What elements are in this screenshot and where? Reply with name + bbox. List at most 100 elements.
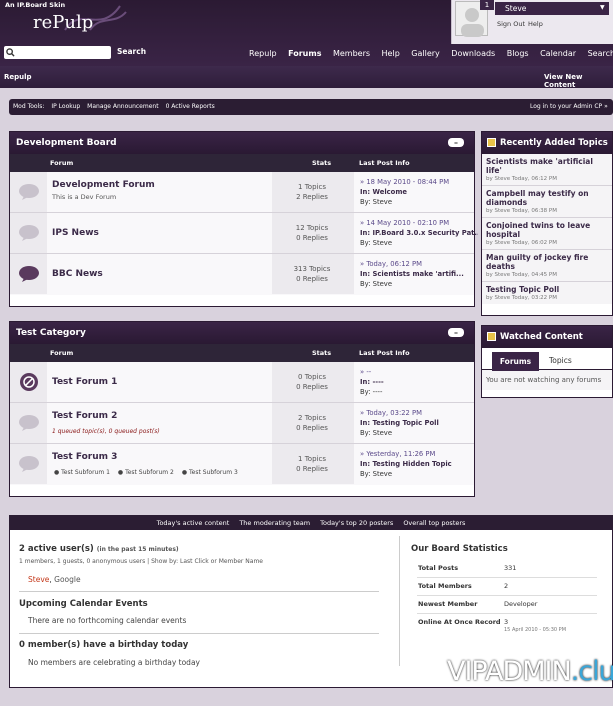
notification-badge[interactable]: 1 [480,0,494,10]
last-post-author[interactable]: By: Steve [360,279,478,289]
nav-repulp[interactable]: Repulp [249,49,277,61]
col-last-post: Last Post Info [359,349,410,357]
last-post-date[interactable]: » 18 May 2010 - 08:44 PM [360,177,478,187]
collapse-toggle-icon[interactable]: – [448,138,464,147]
recent-topics-header: Recently Added Topics [482,132,612,154]
forum-title-link[interactable]: Test Forum 1 [52,377,117,387]
recent-topic-item[interactable]: Man guilty of jockey fire deaths by Steve… [482,250,612,282]
overall-top-posters-link[interactable]: Overall top posters [403,519,465,527]
queued-notice[interactable]: 1 queued topic(s), 0 queued post(s) [52,428,160,435]
logo[interactable]: rePulp [33,12,93,33]
user-menu-dropdown[interactable]: Steve [495,2,609,15]
sign-out-link[interactable]: Sign Out [497,20,525,28]
nav-help[interactable]: Help [382,49,400,61]
search-icon [6,48,15,57]
forum-read-icon [10,172,47,212]
nav-gallery[interactable]: Gallery [411,49,440,61]
last-post-date[interactable]: » Yesterday, 11:26 PM [360,449,478,459]
last-post-info: » 18 May 2010 - 08:44 PM In: Welcome By: S… [360,177,478,207]
stat-total-members: Total Members 2 [417,578,597,596]
collapse-toggle-icon[interactable]: – [448,328,464,337]
stat-newest-member: Newest Member Developer [417,596,597,614]
ip-lookup-link[interactable]: IP Lookup [51,103,80,110]
forum-title-link[interactable]: Test Forum 3 [52,452,117,462]
moderating-team-link[interactable]: The moderating team [239,519,310,527]
last-post-author[interactable]: By: Steve [360,428,478,438]
active-user-link[interactable]: Steve [28,575,49,584]
last-post-author[interactable]: By: ---- [360,387,478,397]
forum-title-link[interactable]: IPS News [52,228,99,238]
last-post-topic[interactable]: In: Scientists make 'artifi... [360,269,478,279]
last-post-author[interactable]: By: Steve [360,238,478,248]
last-post-topic[interactable]: In: IP.Board 3.0.x Security Pat... [360,228,478,238]
nav-search[interactable]: Search [588,49,613,61]
subforum-list: ● Test Subforum 1 ● Test Subforum 2 ● Te… [54,469,238,476]
col-stats: Stats [312,349,332,357]
mod-tools-label: Mod Tools: [13,103,45,110]
nav-calendar[interactable]: Calendar [540,49,576,61]
nav-downloads[interactable]: Downloads [451,49,495,61]
forum-stats: 0 Topics 0 Replies [296,373,328,391]
last-post-author[interactable]: By: Steve [360,469,478,479]
forum-read-icon [10,403,47,443]
last-post-date[interactable]: » Today, 06:12 PM [360,259,478,269]
last-post-date[interactable]: » Today, 03:22 PM [360,408,478,418]
recent-topic-item[interactable]: Scientists make 'artificial life' by Stev… [482,154,612,186]
board-stats-title: Our Board Statistics [411,544,508,554]
last-post-author[interactable]: By: Steve [360,197,478,207]
top-20-posters-link[interactable]: Today's top 20 posters [320,519,393,527]
forum-row: Development Forum This is a Dev Forum 1 … [10,172,474,213]
subforum-link[interactable]: ● Test Subforum 3 [182,469,238,476]
search-input[interactable] [4,46,111,59]
last-post-date[interactable]: » 14 May 2010 - 02:10 PM [360,218,478,228]
watched-tabs: Forums Topics [482,348,612,371]
forum-locked-icon [10,362,47,402]
col-forum: Forum [50,349,74,357]
stat-total-posts: Total Posts 331 [417,560,597,578]
last-post-topic[interactable]: In: ---- [360,377,478,387]
forum-title-link[interactable]: Development Forum [52,180,155,190]
help-link[interactable]: Help [528,20,543,28]
tab-forums[interactable]: Forums [492,352,539,371]
nav-forums[interactable]: Forums [288,49,321,61]
main-nav: Repulp Forums Members Help Gallery Downl… [249,49,613,61]
active-reports-link[interactable]: 0 Active Reports [166,103,215,110]
last-post-topic[interactable]: In: Testing Hidden Topic [360,459,478,469]
manage-announcement-link[interactable]: Manage Announcement [87,103,158,110]
last-post-topic[interactable]: In: Testing Topic Poll [360,418,478,428]
subforum-link[interactable]: ● Test Subforum 1 [54,469,110,476]
newest-member-link[interactable]: Developer [504,600,537,608]
recent-topic-item[interactable]: Conjoined twins to leave hospital by Stev… [482,218,612,250]
active-guest: Google [54,575,81,584]
forum-stats: 12 Topics 0 Replies [295,224,329,242]
nav-members[interactable]: Members [333,49,370,61]
last-post-info: » Today, 03:22 PM In: Testing Topic Poll B… [360,408,478,438]
breadcrumb[interactable]: Repulp [4,73,32,81]
todays-active-content-link[interactable]: Today's active content [157,519,230,527]
column-header-row: Forum Stats Last Post Info [10,154,474,172]
chevron-down-icon: ▼ [600,4,605,11]
forum-title-link[interactable]: Test Forum 2 [52,411,117,421]
forum-row: Test Forum 2 1 queued topic(s), 0 queued… [10,403,474,444]
last-post-topic[interactable]: In: Welcome [360,187,478,197]
watched-content-panel: Watched Content Forums Topics You are no… [481,325,613,398]
nav-blogs[interactable]: Blogs [507,49,529,61]
skin-label: An IP.Board Skin [5,1,66,9]
col-stats: Stats [312,159,332,167]
admin-cp-link[interactable]: Log in to your Admin CP » [530,103,608,110]
active-users-list: Steve, Google [28,575,81,584]
recent-topic-item[interactable]: Campbell may testify on diamonds by Steve… [482,186,612,218]
stat-online-record: Online At Once Record 3 15 April 2010 - 05… [418,618,567,633]
forum-row: Test Forum 3 ● Test Subforum 1 ● Test Su… [10,444,474,485]
search-button[interactable]: Search [117,47,146,56]
tab-topics[interactable]: Topics [549,356,572,365]
forum-row: IPS News 12 Topics 0 Replies » 14 May 201… [10,213,478,254]
col-last-post: Last Post Info [359,159,410,167]
recent-topic-item[interactable]: Testing Topic Poll by Steve Today, 03:22 … [482,282,612,304]
birthday-text: No members are celebrating a birthday to… [28,658,200,667]
category-header: Test Category – [10,322,474,344]
view-new-content-link[interactable]: View New Content [544,73,613,89]
last-post-date[interactable]: » -- [360,367,478,377]
forum-title-link[interactable]: BBC News [52,269,103,279]
subforum-link[interactable]: ● Test Subforum 2 [118,469,174,476]
